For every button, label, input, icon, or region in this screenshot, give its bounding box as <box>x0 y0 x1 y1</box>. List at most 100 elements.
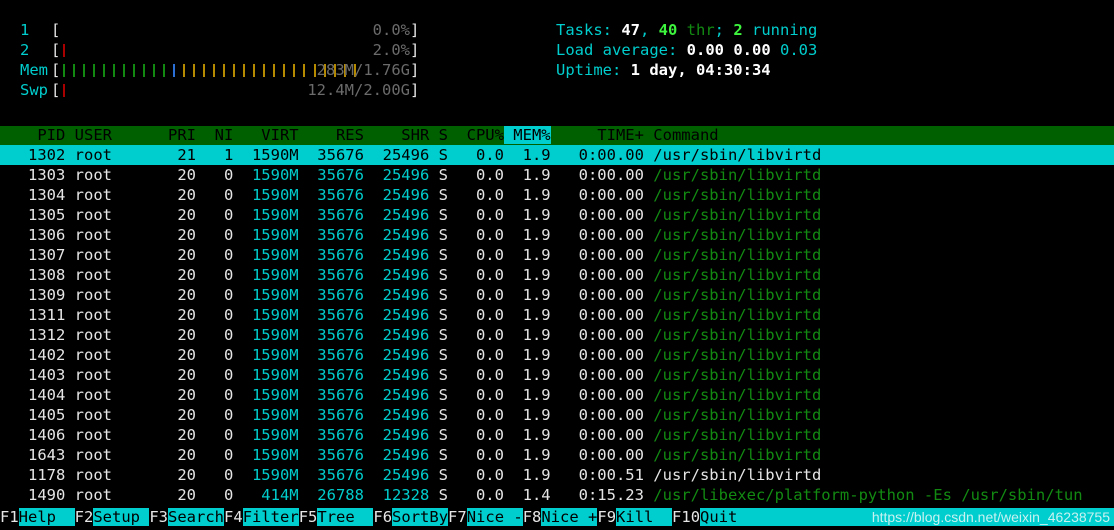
cell-pri: 20 <box>158 486 196 504</box>
column-header-ni[interactable]: NI <box>196 126 234 144</box>
fn-key-f3[interactable]: F3 <box>149 508 169 526</box>
fn-label-nice[interactable]: Nice + <box>541 508 598 526</box>
cell-pid: 1303 <box>0 166 66 184</box>
function-key-bar[interactable]: F1Help F2Setup F3SearchF4FilterF5Tree F6… <box>0 505 1114 530</box>
column-header-cpu[interactable]: CPU% <box>448 126 504 144</box>
tasks-running-count: 2 <box>733 21 743 39</box>
cell-shr: 25496 <box>363 406 430 424</box>
meter-bar-tick <box>63 84 65 97</box>
cell-time: 0:15.23 <box>550 486 644 504</box>
column-header-mem[interactable]: MEM% <box>503 126 551 144</box>
table-row[interactable]: 1490 root 20 0 414M 26788 12328 S 0.0 1.… <box>0 485 1114 505</box>
fn-key-f6[interactable]: F6 <box>373 508 393 526</box>
table-row[interactable]: 1312 root 20 0 1590M 35676 25496 S 0.0 1… <box>0 325 1114 345</box>
meter-value: 283M/1.76G <box>316 61 410 79</box>
cell-shr: 25496 <box>363 386 430 404</box>
tasks-threads: 40 <box>658 21 678 39</box>
column-header-virt[interactable]: VIRT <box>233 126 298 144</box>
cell-cpu: 0.0 <box>447 246 504 264</box>
table-row[interactable]: 1304 root 20 0 1590M 35676 25496 S 0.0 1… <box>0 185 1114 205</box>
cell-user: root <box>65 366 159 384</box>
table-column-header[interactable]: PID USER PRI NI VIRT RES SHR S CPU% MEM%… <box>0 126 1114 145</box>
fn-key-f8[interactable]: F8 <box>522 508 542 526</box>
table-row[interactable]: 1406 root 20 0 1590M 35676 25496 S 0.0 1… <box>0 425 1114 445</box>
tasks-thr-word: thr <box>677 21 715 39</box>
cell-cpu: 0.0 <box>447 166 504 184</box>
fn-key-f2[interactable]: F2 <box>74 508 94 526</box>
fn-label-setup[interactable]: Setup <box>93 508 150 526</box>
table-row[interactable]: 1405 root 20 0 1590M 35676 25496 S 0.0 1… <box>0 405 1114 425</box>
cell-command: /usr/libexec/platform-python -Es /usr/sb… <box>643 486 1083 504</box>
cell-pid: 1403 <box>0 366 66 384</box>
meter-value: 12.4M/2.00G <box>307 81 410 99</box>
column-header-user[interactable]: USER <box>65 126 158 144</box>
cell-mem: 1.9 <box>503 306 551 324</box>
column-header-shr[interactable]: SHR <box>364 126 429 144</box>
meter-bar-tick <box>173 64 176 77</box>
cell-command: /usr/sbin/libvirtd <box>643 446 822 464</box>
fn-label-search[interactable]: Search <box>168 508 225 526</box>
meter-bracket-right: ] <box>410 61 420 79</box>
fn-key-f10[interactable]: F10 <box>672 508 701 526</box>
table-row[interactable]: 1302 root 21 1 1590M 35676 25496 S 0.0 1… <box>0 145 1114 165</box>
fn-label-sortby[interactable]: SortBy <box>392 508 449 526</box>
cell-shr: 25496 <box>363 246 430 264</box>
table-row[interactable]: 1403 root 20 0 1590M 35676 25496 S 0.0 1… <box>0 365 1114 385</box>
table-row[interactable]: 1311 root 20 0 1590M 35676 25496 S 0.0 1… <box>0 305 1114 325</box>
fn-label-quit[interactable]: Quit <box>700 508 757 526</box>
meter-1[interactable]: 1 [0.0%] <box>0 20 534 40</box>
table-row[interactable]: 1308 root 20 0 1590M 35676 25496 S 0.0 1… <box>0 265 1114 285</box>
fn-label-kill[interactable]: Kill <box>616 508 673 526</box>
column-header-pid[interactable]: PID <box>0 126 65 144</box>
cell-state: S <box>429 166 448 184</box>
column-header-command[interactable]: Command <box>644 126 718 144</box>
htop-terminal-screen: 1 [0.0%] 2 [2.0%] Mem[283M/1.76G] Swp[12.4M… <box>0 0 1114 530</box>
cell-mem: 1.4 <box>503 486 551 504</box>
fn-key-f7[interactable]: F7 <box>448 508 467 526</box>
cell-ni: 0 <box>195 226 234 244</box>
table-row[interactable]: 1643 root 20 0 1590M 35676 25496 S 0.0 1… <box>0 445 1114 465</box>
column-header-time[interactable]: TIME+ <box>551 126 644 144</box>
table-row[interactable]: 1307 root 20 0 1590M 35676 25496 S 0.0 1… <box>0 245 1114 265</box>
cell-time: 0:00.00 <box>550 266 644 284</box>
cell-time: 0:00.00 <box>550 366 644 384</box>
cell-time: 0:00.00 <box>550 286 644 304</box>
fn-key-f5[interactable]: F5 <box>298 508 318 526</box>
cell-pid: 1306 <box>0 226 66 244</box>
meter-mem[interactable]: Mem[283M/1.76G] <box>0 60 534 80</box>
cell-command: /usr/sbin/libvirtd <box>643 186 822 204</box>
cell-pid: 1307 <box>0 246 66 264</box>
column-header-s[interactable]: S <box>429 126 448 144</box>
cell-mem: 1.9 <box>503 446 551 464</box>
meter-2[interactable]: 2 [2.0%] <box>0 40 534 60</box>
column-header-res[interactable]: RES <box>299 126 364 144</box>
meter-swp[interactable]: Swp[12.4M/2.00G] <box>0 80 534 100</box>
fn-label-nice[interactable]: Nice - <box>466 508 523 526</box>
cell-res: 26788 <box>298 486 364 504</box>
cell-shr: 25496 <box>363 446 430 464</box>
table-row[interactable]: 1305 root 20 0 1590M 35676 25496 S 0.0 1… <box>0 205 1114 225</box>
cell-command: /usr/sbin/libvirtd <box>643 426 822 444</box>
fn-label-tree[interactable]: Tree <box>317 508 374 526</box>
cell-virt: 1590M <box>233 326 299 344</box>
cell-res: 35676 <box>298 446 364 464</box>
fn-key-f4[interactable]: F4 <box>224 508 243 526</box>
cell-pri: 20 <box>158 366 196 384</box>
table-row[interactable]: 1306 root 20 0 1590M 35676 25496 S 0.0 1… <box>0 225 1114 245</box>
cell-time: 0:00.00 <box>550 306 644 324</box>
cell-user: root <box>65 166 159 184</box>
table-row[interactable]: 1178 root 20 0 1590M 35676 25496 S 0.0 1… <box>0 465 1114 485</box>
fn-key-f9[interactable]: F9 <box>597 508 617 526</box>
fn-label-filter[interactable]: Filter <box>242 508 299 526</box>
column-header-pri[interactable]: PRI <box>159 126 196 144</box>
cell-time: 0:00.00 <box>550 166 644 184</box>
table-row[interactable]: 1402 root 20 0 1590M 35676 25496 S 0.0 1… <box>0 345 1114 365</box>
fn-label-help[interactable]: Help <box>18 508 75 526</box>
meter-bar-tick <box>83 64 86 77</box>
cell-cpu: 0.0 <box>447 266 504 284</box>
fn-key-f1[interactable]: F1 <box>0 508 19 526</box>
cell-user: root <box>65 466 159 484</box>
table-row[interactable]: 1309 root 20 0 1590M 35676 25496 S 0.0 1… <box>0 285 1114 305</box>
table-row[interactable]: 1303 root 20 0 1590M 35676 25496 S 0.0 1… <box>0 165 1114 185</box>
table-row[interactable]: 1404 root 20 0 1590M 35676 25496 S 0.0 1… <box>0 385 1114 405</box>
